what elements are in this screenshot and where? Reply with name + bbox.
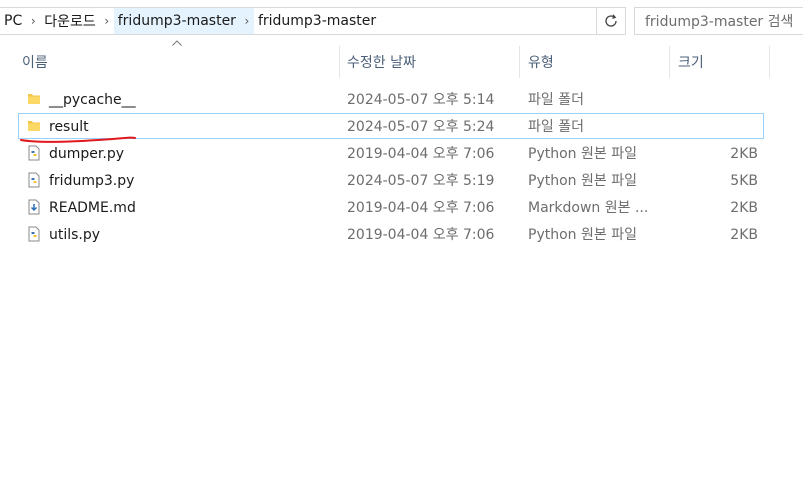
python-file-icon — [26, 226, 42, 242]
file-date: 2019-04-04 오후 7:06 — [347, 146, 495, 162]
breadcrumb-downloads[interactable]: 다운로드 — [40, 8, 100, 34]
file-row[interactable]: __pycache__ 2024-05-07 오후 5:14 파일 폴더 — [18, 86, 764, 112]
file-row[interactable]: utils.py 2019-04-04 오후 7:06 Python 원본 파일… — [18, 221, 764, 247]
file-date: 2024-05-07 오후 5:14 — [347, 92, 495, 108]
refresh-button[interactable] — [596, 7, 626, 35]
file-size: 2KB — [730, 227, 758, 243]
file-type: Python 원본 파일 — [528, 227, 637, 243]
file-type: Python 원본 파일 — [528, 146, 637, 162]
python-file-icon — [26, 172, 42, 188]
search-placeholder: fridump3-master 검색 — [645, 14, 794, 30]
file-size: 2KB — [730, 200, 758, 216]
file-date: 2019-04-04 오후 7:06 — [347, 227, 495, 243]
file-type: 파일 폴더 — [528, 119, 584, 135]
folder-icon — [26, 91, 42, 107]
file-row[interactable]: README.md 2019-04-04 오후 7:06 Markdown 원본… — [18, 194, 764, 220]
column-size-header[interactable]: 크기 — [678, 52, 704, 72]
file-size: 5KB — [730, 173, 758, 189]
column-divider[interactable] — [769, 46, 770, 78]
file-size: 2KB — [730, 146, 758, 162]
file-type: Markdown 원본 ... — [528, 200, 649, 216]
red-underline-annotation — [20, 136, 136, 143]
chevron-right-icon[interactable]: › — [26, 8, 40, 34]
column-name-header[interactable]: 이름 — [22, 52, 48, 72]
file-date: 2024-05-07 오후 5:24 — [347, 119, 495, 135]
file-type: Python 원본 파일 — [528, 173, 637, 189]
breadcrumb-fridump3-parent[interactable]: fridump3-master — [113, 8, 240, 34]
address-bar[interactable]: PC › 다운로드 › fridump3-master › fridump3-m… — [0, 7, 626, 35]
file-name: utils.py — [49, 227, 101, 243]
chevron-right-icon[interactable]: › — [239, 8, 254, 34]
chevron-right-icon[interactable]: › — [100, 8, 114, 34]
file-date: 2024-05-07 오후 5:19 — [347, 173, 495, 189]
column-date-header[interactable]: 수정한 날짜 — [347, 52, 416, 72]
column-type-header[interactable]: 유형 — [528, 52, 554, 72]
column-divider[interactable] — [339, 46, 340, 78]
file-type: 파일 폴더 — [528, 92, 584, 108]
column-header: 이름 수정한 날짜 유형 크기 — [0, 40, 803, 84]
breadcrumb-fridump3-current[interactable]: fridump3-master — [254, 8, 380, 34]
file-name: fridump3.py — [49, 173, 135, 189]
sort-up-icon — [172, 38, 182, 49]
breadcrumb-pc[interactable]: PC — [0, 8, 26, 34]
file-row[interactable]: fridump3.py 2024-05-07 오후 5:19 Python 원본… — [18, 167, 764, 193]
file-name: README.md — [49, 200, 136, 216]
refresh-icon — [605, 14, 617, 27]
column-divider[interactable] — [669, 46, 670, 78]
markdown-file-icon — [26, 199, 42, 215]
search-input[interactable]: fridump3-master 검색 — [634, 7, 803, 35]
column-divider[interactable] — [519, 46, 520, 78]
file-date: 2019-04-04 오후 7:06 — [347, 200, 495, 216]
file-name: __pycache__ — [49, 92, 136, 108]
